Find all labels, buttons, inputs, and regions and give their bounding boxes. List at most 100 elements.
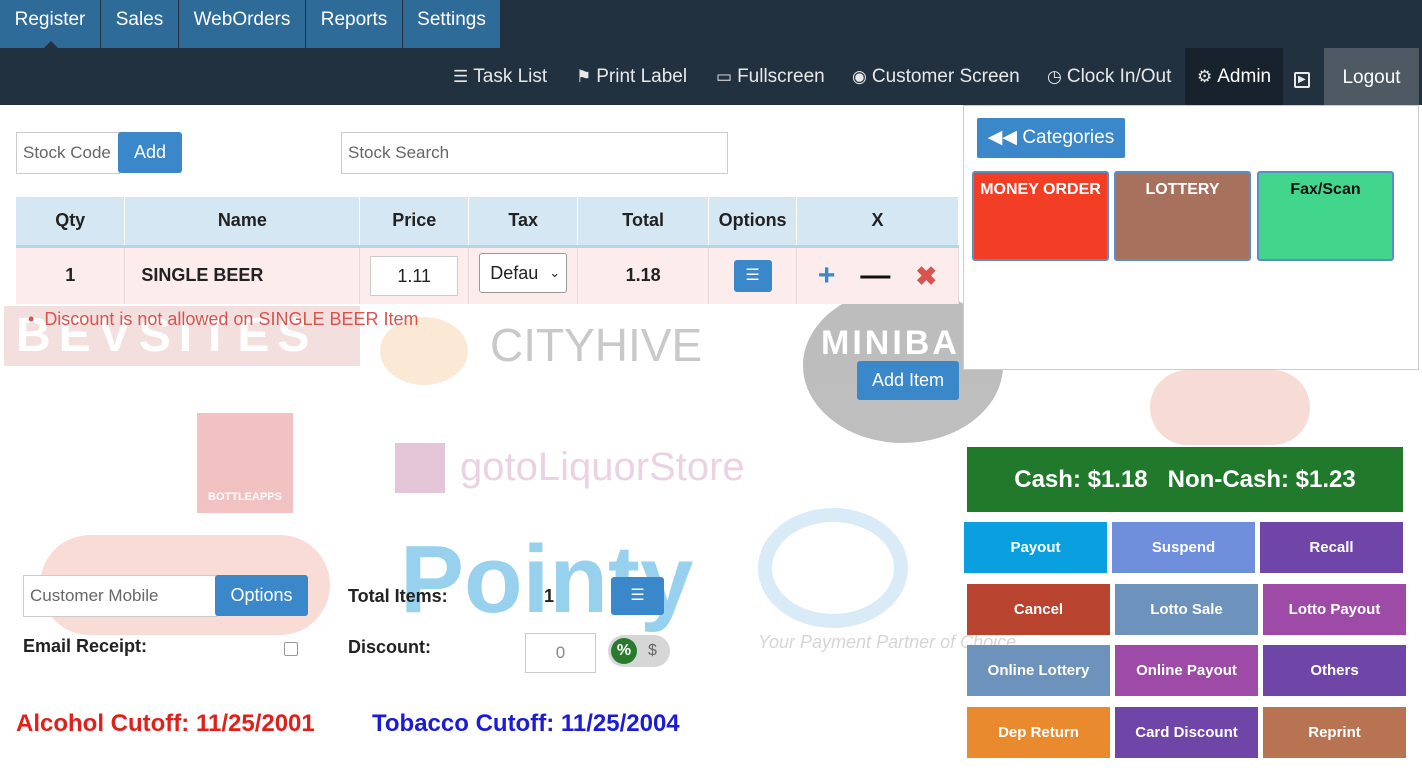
total-cell: 1.18 [577,246,710,304]
dep-return-button[interactable]: Dep Return [967,707,1110,758]
chevron-down-icon: ⌄ [549,265,561,281]
category-tile-money-order[interactable]: MONEY ORDER [972,171,1109,261]
fullscreen-button[interactable]: ▭ Fullscreen [716,48,825,105]
list-icon: ☰ [630,587,645,604]
goto-liquor-logo: gotoLiquorStore [460,445,745,489]
price-input[interactable]: 1.11 [370,255,459,296]
email-receipt-checkbox[interactable] [284,642,298,656]
task-list-label: Task List [473,66,548,87]
tag-icon: ⚑ [576,67,592,86]
reprint-button[interactable]: Reprint [1263,707,1406,758]
items-list-button[interactable]: ☰ [611,577,664,615]
tax-select[interactable]: Defau ⌄ [479,253,568,294]
bottleapps-logo: BOTTLEAPPS [197,413,293,513]
clock-label: Clock In/Out [1066,66,1172,87]
percent-toggle-option[interactable]: % [611,638,637,664]
cart-header-row: Qty Name Price Tax Total Options X [16,197,959,248]
tax-cell: Defau ⌄ [468,246,579,304]
decrease-qty-icon[interactable]: — [860,259,890,292]
eye-icon: ◉ [852,67,867,86]
total-items-value: 1 [544,586,555,606]
name-cell: SINGLE BEER [124,246,361,304]
table-row: 1 SINGLE BEER 1.11 Defau ⌄ 1.18 ☰ + — ✖ [16,246,959,304]
tab-sales[interactable]: Sales [101,0,179,48]
recall-button[interactable]: Recall [1260,522,1403,573]
others-button[interactable]: Others [1263,645,1406,696]
category-tile-lottery[interactable]: LOTTERY [1114,171,1251,261]
category-tile-fax-scan[interactable]: Fax/Scan [1257,171,1394,261]
list-icon: ☰ [453,67,469,86]
email-receipt-label: Email Receipt: [23,636,148,656]
discount-error-text: Discount is not allowed on SINGLE BEER I… [44,309,419,329]
price-header: Price [359,197,470,248]
customer-mobile-input[interactable]: Customer Mobile [23,575,217,617]
cancel-button[interactable]: Cancel [967,584,1110,635]
dollar-toggle-option[interactable]: $ [648,635,657,667]
customer-screen-button[interactable]: ◉ Customer Screen [852,48,1020,105]
online-lottery-button[interactable]: Online Lottery [967,645,1110,696]
discount-type-toggle[interactable]: % $ [608,635,670,667]
categories-panel: ◀◀ Categories MONEY ORDER LOTTERY Fax/Sc… [963,105,1419,370]
totals-bar: Cash: $1.18 Non-Cash: $1.23 [967,447,1403,512]
play-square-icon: ▶ [1294,72,1310,88]
categories-back-button[interactable]: ◀◀ Categories [977,118,1125,158]
task-list-button[interactable]: ☰ Task List [453,48,547,105]
tobacco-cutoff: Tobacco Cutoff: 11/25/2004 [372,710,680,737]
lotto-sale-button[interactable]: Lotto Sale [1115,584,1258,635]
total-header: Total [577,197,710,248]
customer-options-button[interactable]: Options [215,575,308,616]
gear-icon: ⚙ [1197,67,1213,86]
qty-cell: 1 [16,246,126,304]
lotto-payout-button[interactable]: Lotto Payout [1263,584,1406,635]
clock-button[interactable]: ◷ Clock In/Out [1047,48,1171,105]
mascot-logo [1150,370,1310,445]
add-button[interactable]: Add [118,132,182,173]
tax-select-value: Defau [490,263,539,284]
actions-cell: + — ✖ [796,246,959,304]
discount-label: Discount: [348,637,431,657]
qty-header: Qty [16,197,126,248]
payment-logo-mark [758,508,908,628]
payout-button[interactable]: Payout [964,522,1107,573]
options-header: Options [708,197,798,248]
total-items-label: Total Items: [348,586,448,606]
double-chevron-left-icon: ◀◀ [987,127,1018,148]
play-button[interactable]: ▶ [1294,48,1315,105]
price-cell: 1.11 [359,246,470,304]
cash-total: Cash: $1.18 [1014,466,1148,493]
discount-error: • Discount is not allowed on SINGLE BEER… [28,309,419,329]
list-icon: ☰ [745,266,760,284]
cityhive-logo: CITYHIVE [490,319,703,371]
item-options-button[interactable]: ☰ [733,259,772,292]
discount-input[interactable]: 0 [525,633,596,673]
cart-table: Qty Name Price Tax Total Options X 1 SIN… [16,197,959,304]
remove-header: X [796,197,959,248]
tab-weborders[interactable]: WebOrders [179,0,306,48]
card-discount-button[interactable]: Card Discount [1115,707,1258,758]
print-label-label: Print Label [596,66,688,87]
remove-item-icon[interactable]: ✖ [915,261,937,291]
tab-register[interactable]: Register [0,0,101,48]
stock-code-input[interactable]: Stock Code [16,132,120,174]
toolbar: ☰ Task List ⚑ Print Label ▭ Fullscreen ◉ Cus… [0,48,1422,105]
clock-icon: ◷ [1047,67,1062,86]
increase-qty-icon[interactable]: + [818,259,836,292]
logout-button[interactable]: Logout [1324,48,1419,105]
add-item-button[interactable]: Add Item [857,361,959,400]
suspend-button[interactable]: Suspend [1112,522,1255,573]
admin-button[interactable]: ⚙ Admin [1185,48,1284,105]
noncash-total: Non-Cash: $1.23 [1167,466,1356,493]
top-nav: Register Sales WebOrders Reports Setting… [0,0,1422,48]
name-header: Name [124,197,361,248]
online-payout-button[interactable]: Online Payout [1115,645,1258,696]
fullscreen-label: Fullscreen [737,66,825,87]
customer-screen-label: Customer Screen [871,66,1020,87]
tab-settings[interactable]: Settings [403,0,501,48]
options-cell: ☰ [708,246,798,304]
stock-search-input[interactable]: Stock Search [341,132,728,174]
print-label-button[interactable]: ⚑ Print Label [576,48,687,105]
categories-label: Categories [1022,127,1115,148]
tab-reports[interactable]: Reports [306,0,403,48]
tax-header: Tax [468,197,579,248]
monitor-icon: ▭ [716,67,733,86]
